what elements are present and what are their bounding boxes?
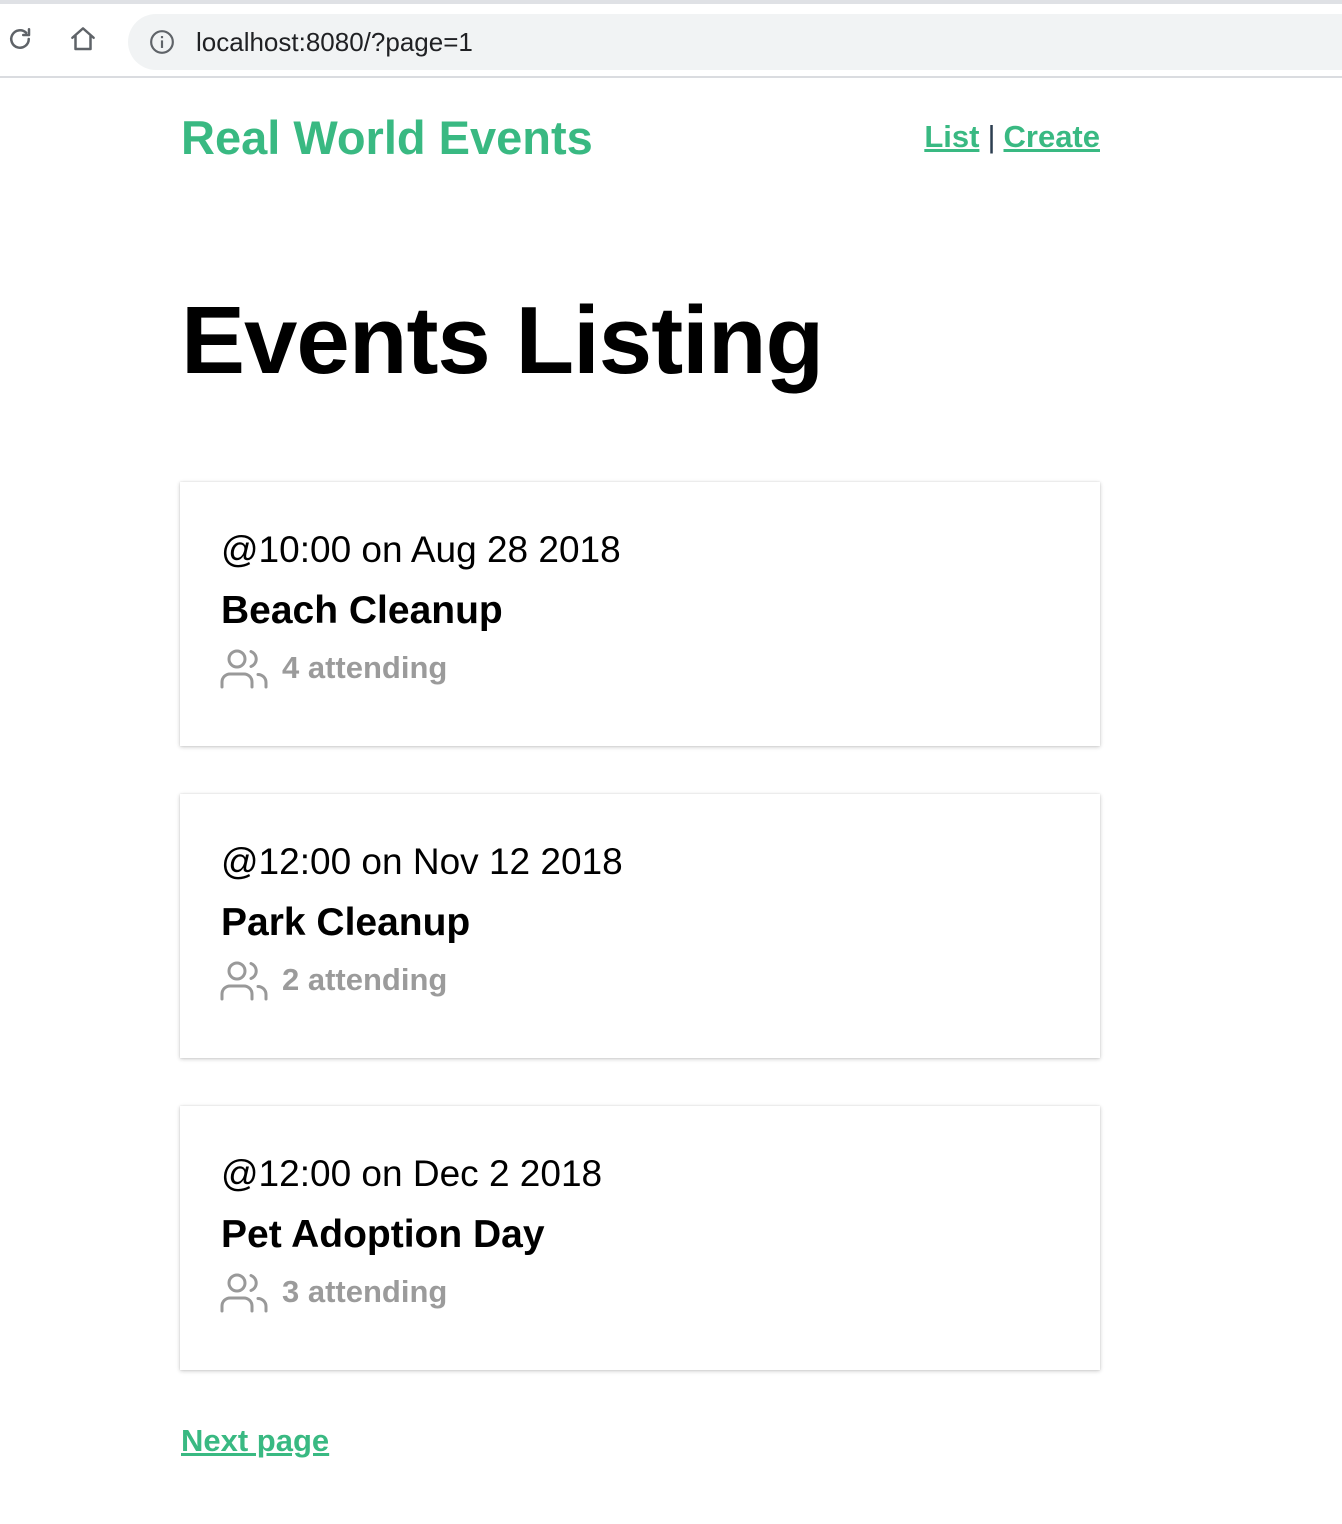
info-icon[interactable] xyxy=(149,29,175,55)
nav-separator: | xyxy=(987,119,996,154)
main-nav: List | Create xyxy=(924,118,1100,156)
browser-toolbar: localhost:8080/?page=1 xyxy=(0,4,1342,78)
event-title: Pet Adoption Day xyxy=(221,1213,545,1256)
nav-link-list[interactable]: List xyxy=(924,119,979,154)
users-icon xyxy=(220,649,268,689)
event-card[interactable]: @12:00 on Dec 2 2018 Pet Adoption Day 3 … xyxy=(180,1106,1100,1370)
event-title: Park Cleanup xyxy=(221,901,471,944)
event-attendance: 4 attending xyxy=(220,646,447,690)
attendee-count: 3 attending xyxy=(282,1274,448,1309)
event-attendance: 2 attending xyxy=(220,958,447,1002)
home-button[interactable] xyxy=(66,22,100,56)
url-text[interactable]: localhost:8080/?page=1 xyxy=(196,28,473,56)
users-icon xyxy=(220,961,268,1001)
event-datetime: @10:00 on Aug 28 2018 xyxy=(221,529,621,570)
reload-button[interactable] xyxy=(3,22,37,56)
attendee-count: 4 attending xyxy=(282,650,448,685)
event-card[interactable]: @12:00 on Nov 12 2018 Park Cleanup 2 att… xyxy=(180,794,1100,1058)
event-title: Beach Cleanup xyxy=(221,589,503,632)
event-datetime: @12:00 on Dec 2 2018 xyxy=(221,1153,603,1194)
reload-icon xyxy=(10,28,31,49)
users-icon xyxy=(220,1273,268,1313)
event-attendance: 3 attending xyxy=(220,1270,447,1314)
attendee-count: 2 attending xyxy=(282,962,448,997)
nav-link-create[interactable]: Create xyxy=(1004,119,1101,154)
address-bar[interactable]: localhost:8080/?page=1 xyxy=(128,14,1342,70)
event-list: @10:00 on Aug 28 2018 Beach Cleanup 4 at… xyxy=(180,482,1100,1418)
page-title: Events Listing xyxy=(181,287,824,394)
app-brand: Real World Events xyxy=(181,111,593,164)
event-datetime: @12:00 on Nov 12 2018 xyxy=(221,841,623,882)
home-icon xyxy=(71,27,95,51)
event-card[interactable]: @10:00 on Aug 28 2018 Beach Cleanup 4 at… xyxy=(180,482,1100,746)
next-page-link[interactable]: Next page xyxy=(181,1422,329,1460)
